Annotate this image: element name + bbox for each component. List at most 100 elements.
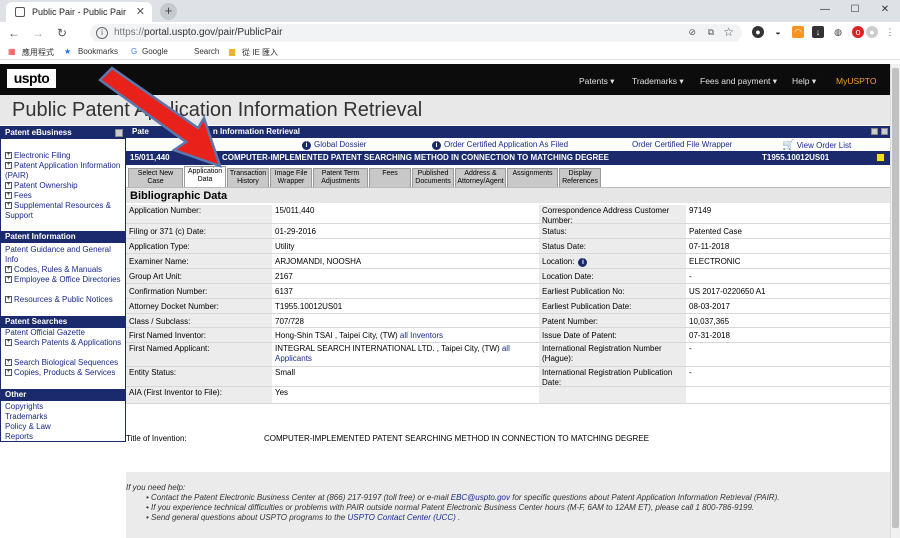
url-text[interactable]: https://portal.uspto.gov/pair/PublicPair <box>114 27 282 38</box>
sidebar-item-policy[interactable]: Policy & Law <box>5 422 123 432</box>
order-application-link[interactable]: i Order Certified Application As Filed <box>432 140 568 150</box>
all-link[interactable]: all Inventors <box>398 331 443 340</box>
left-value: 2167 <box>272 269 539 284</box>
right-label: Correspondence Address Customer Number: <box>539 205 686 225</box>
extension-dot-icon[interactable]: ◍ <box>832 26 844 38</box>
browser-tab-strip: Public Pair - Public Pair ✕ + — ☐ ✕ <box>0 0 900 22</box>
minimize-icon[interactable] <box>871 128 878 135</box>
tab-fees[interactable]: Fees <box>369 168 411 187</box>
case-number: 15/011,440 <box>130 153 170 162</box>
tab-close-icon[interactable]: ✕ <box>136 5 145 18</box>
order-file-wrapper-link[interactable]: Order Certified File Wrapper <box>632 140 732 149</box>
bookmark-bookmarks[interactable]: Bookmarks <box>78 47 118 56</box>
info-icon: i <box>432 141 441 150</box>
right-label: Earliest Publication No: <box>539 284 686 299</box>
row-divider <box>126 403 890 404</box>
page-scrollbar[interactable] <box>890 64 900 538</box>
view-order-list-link[interactable]: 🛒 View Order List <box>782 140 851 151</box>
blocked-popup-icon[interactable]: ⊘ <box>688 27 696 38</box>
right-value: 97149 <box>686 205 890 224</box>
title-of-invention-row: Title of Invention: COMPUTER-IMPLEMENTED… <box>126 432 890 446</box>
sidebar-item-gazette[interactable]: Patent Official Gazette <box>5 328 123 338</box>
sidebar-item-fees[interactable]: + Fees <box>5 191 123 201</box>
minimize-icon[interactable] <box>115 129 123 137</box>
right-label: International Registration Publication D… <box>539 367 686 387</box>
new-tab-button[interactable]: + <box>160 3 177 20</box>
info-icon[interactable]: i <box>578 258 588 267</box>
sidebar-item-electronic-filing[interactable]: + Electronic Filing <box>5 151 123 161</box>
sidebar-item-resources[interactable]: + Resources & Public Notices <box>5 295 123 305</box>
opera-icon[interactable]: o <box>852 26 864 38</box>
sidebar-item-directories[interactable]: + Employee & Office Directories <box>5 275 123 285</box>
right-label: Issue Date of Patent: <box>539 328 686 343</box>
sidebar-item-supplemental[interactable]: + Supplemental Resources & Support <box>5 201 123 221</box>
nav-trademarks[interactable]: Trademarks ▾ <box>632 76 684 87</box>
sidebar-item-trademarks[interactable]: Trademarks <box>5 412 123 422</box>
uspto-logo[interactable]: uspto <box>7 69 56 88</box>
profile-avatar-icon[interactable]: ● <box>866 26 878 38</box>
case-title: COMPUTER-IMPLEMENTED PATENT SEARCHING ME… <box>222 153 609 162</box>
sidebar-item-pair[interactable]: + Patent Application Information (PAIR) <box>5 161 123 181</box>
tab-patent-term[interactable]: Patent Term Adjustments <box>313 168 368 187</box>
sidebar-item-patent-ownership[interactable]: + Patent Ownership <box>5 181 123 191</box>
site-info-icon[interactable]: i <box>96 27 108 39</box>
left-label: Examiner Name: <box>126 254 272 269</box>
tab-application-data[interactable]: Application Data <box>184 166 226 187</box>
ebc-email-link[interactable]: EBC@uspto.gov <box>451 493 510 502</box>
extension-glasses-icon[interactable]: ◒ <box>772 26 784 38</box>
bookmark-star-icon[interactable]: ☆ <box>723 25 734 39</box>
maximize-icon[interactable] <box>881 128 888 135</box>
scrollbar-thumb[interactable] <box>892 68 899 528</box>
bookmark-search[interactable]: Search <box>194 47 219 56</box>
maximize-icon[interactable]: ☐ <box>840 0 870 22</box>
left-value: 6137 <box>272 284 539 299</box>
sidebar-item-guidance[interactable]: Patent Guidance and General Info <box>5 245 123 265</box>
chrome-menu-icon[interactable]: ⋮ <box>884 26 896 38</box>
expand-icon: + <box>5 192 12 200</box>
tab-select-new-case[interactable]: Select New Case <box>128 168 183 187</box>
nav-myuspto[interactable]: MyUSPTO <box>836 76 876 86</box>
address-bar[interactable]: i https://portal.uspto.gov/pair/PublicPa… <box>90 24 742 42</box>
global-dossier-link[interactable]: i Global Dossier <box>302 140 366 150</box>
nav-patents[interactable]: Patents ▾ <box>579 76 614 87</box>
tab-address-attorney[interactable]: Address & Attorney/Agent <box>455 168 506 187</box>
sidebar-item-copyrights[interactable]: Copyrights <box>5 402 123 412</box>
sidebar-item-reports[interactable]: Reports <box>5 432 123 442</box>
rss-icon[interactable]: ◠ <box>792 26 804 38</box>
bookmark-google[interactable]: Google <box>142 47 168 56</box>
left-label: Class / Subclass: <box>126 314 272 328</box>
tab-assignments[interactable]: Assignments <box>507 168 558 187</box>
left-value: Utility <box>272 239 539 254</box>
browser-toolbar: ← → ↻ i https://portal.uspto.gov/pair/Pu… <box>0 22 900 44</box>
minimize-icon[interactable]: — <box>810 0 840 22</box>
download-ext-icon[interactable]: ↓ <box>812 26 824 38</box>
browser-tab[interactable]: Public Pair - Public Pair ✕ <box>6 2 152 22</box>
tab-transaction-history[interactable]: Transaction History <box>227 168 269 187</box>
sidebar-item-codes[interactable]: + Codes, Rules & Manuals <box>5 265 123 275</box>
nav-help[interactable]: Help ▾ <box>792 76 816 87</box>
nav-fees[interactable]: Fees and payment ▾ <box>700 76 777 87</box>
left-label: Group Art Unit: <box>126 269 272 284</box>
bookmarks-bar: ▦ 應用程式 ★ Bookmarks G Google Search ▆ 從 I… <box>0 44 900 60</box>
sidebar-item-search-patents[interactable]: + Search Patents & Applications <box>5 338 123 348</box>
translate-icon[interactable]: ⧉ <box>708 27 714 38</box>
right-value: 07-31-2018 <box>686 328 890 343</box>
left-value: 15/011,440 <box>272 205 539 224</box>
print-icon[interactable] <box>876 153 885 162</box>
bookmark-apps[interactable]: 應用程式 <box>22 47 54 58</box>
back-icon[interactable]: ← <box>6 25 22 41</box>
close-window-icon[interactable]: ✕ <box>870 0 900 22</box>
reload-icon[interactable]: ↻ <box>54 25 70 41</box>
left-value: 707/728 <box>272 314 539 328</box>
forward-icon[interactable]: → <box>30 25 46 41</box>
ucc-link[interactable]: USPTO Contact Center (UCC) <box>347 513 455 522</box>
tab-display-references[interactable]: Display References <box>559 168 601 187</box>
sidebar-item-copies[interactable]: + Copies, Products & Services <box>5 368 123 378</box>
bookmark-ie-import[interactable]: 從 IE 匯入 <box>242 47 278 58</box>
expand-icon: + <box>5 369 12 377</box>
tab-image-file-wrapper[interactable]: Image File Wrapper <box>270 168 312 187</box>
tab-published-documents[interactable]: Published Documents <box>412 168 454 187</box>
sidebar-item-sequences[interactable]: + Search Biological Sequences <box>5 358 123 368</box>
extension-icon[interactable]: ● <box>752 26 764 38</box>
sidebar-section-ebusiness: Patent eBusiness <box>1 127 125 139</box>
